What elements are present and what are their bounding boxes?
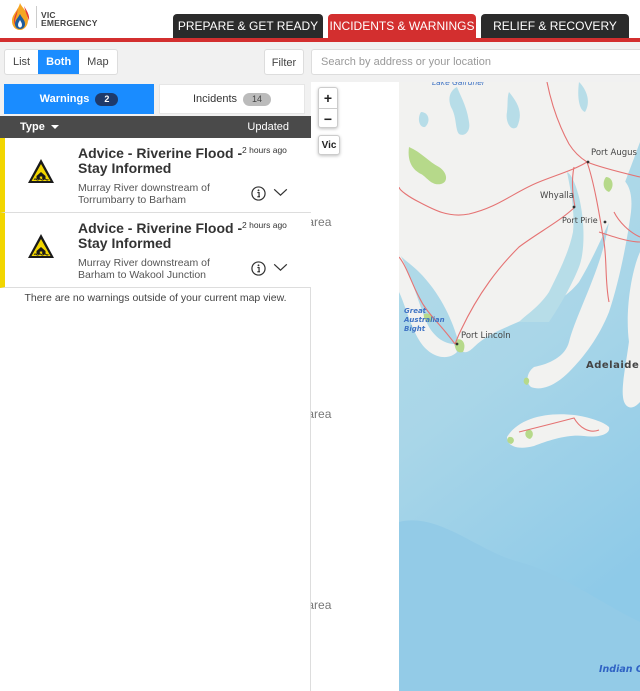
tab-incidents-label: Incidents — [192, 93, 237, 105]
map-tiles: Lake Gairdner Port Augus Whyalla Port Pi… — [399, 82, 640, 691]
tile-message-line1: No data available — [311, 374, 399, 390]
map-canvas[interactable]: Lake Gairdner Port Augus Whyalla Port Pi… — [399, 82, 640, 691]
column-type-label: Type — [20, 121, 45, 133]
sort-by-type[interactable]: Type — [20, 121, 59, 133]
chevron-down-icon[interactable] — [273, 188, 288, 197]
chevron-down-icon[interactable] — [273, 263, 288, 272]
zoom-to-vic-button[interactable]: Vic — [318, 135, 340, 155]
logo-text-line2: EMERGENCY — [41, 18, 98, 28]
logo-divider — [36, 6, 37, 28]
view-both-button[interactable]: Both — [38, 50, 80, 74]
tile-message-line2: at this zoom level — [311, 390, 399, 406]
main-nav: PREPARE & GET READY INCIDENTS & WARNINGS… — [173, 14, 629, 38]
view-list-button[interactable]: List — [5, 50, 38, 74]
flood-advice-icon — [28, 234, 54, 258]
warning-title: Advice - Riverine Flood - Stay Informed — [78, 220, 243, 251]
nav-tab-incidents-warnings[interactable]: INCIDENTS & WARNINGS — [328, 14, 476, 38]
tile-message-line3: for this area — [311, 215, 332, 229]
warning-location: Murray River downstream of Torrumbarry t… — [78, 182, 210, 206]
warnings-count-badge: 2 — [95, 92, 119, 106]
caret-down-icon — [50, 125, 59, 130]
info-icon[interactable] — [251, 261, 266, 276]
map-label-whyalla: Whyalla — [540, 191, 574, 201]
filter-button[interactable]: Filter — [264, 49, 304, 75]
tile-message-line1: No data available — [311, 565, 399, 581]
tile-unavailable-message: No data available at this zoom level for… — [311, 374, 399, 422]
warning-title: Advice - Riverine Flood - Stay Informed — [78, 145, 243, 176]
tile-message-line1: No data available — [311, 182, 399, 198]
list-header: Type Updated — [0, 116, 311, 138]
toolbar: List Both Map Filter — [0, 42, 640, 82]
info-icon[interactable] — [251, 186, 266, 201]
warnings-panel: Warnings 2 Incidents 14 Type Updated Adv… — [0, 82, 311, 691]
nav-tab-relief-recovery[interactable]: RELIEF & RECOVERY — [481, 14, 629, 38]
map-label-port-pirie: Port Pirie — [562, 216, 598, 225]
map-label-port-augusta: Port Augus — [591, 148, 638, 158]
town-dot — [572, 205, 576, 209]
tile-message-line3: for this area — [311, 407, 332, 421]
tab-warnings-label: Warnings — [39, 93, 90, 105]
warning-updated: 2 hours ago — [242, 145, 287, 155]
site-header: VIC EMERGENCY PREPARE & GET READY INCIDE… — [0, 0, 640, 42]
logo-text: VIC EMERGENCY — [41, 10, 98, 28]
tab-warnings[interactable]: Warnings 2 — [4, 84, 154, 114]
panel-tabs: Warnings 2 Incidents 14 — [0, 82, 311, 116]
zoom-out-button[interactable]: − — [319, 108, 337, 128]
map-label-indian-ocean: Indian O — [599, 664, 640, 675]
map-label-great-australian-bight: Great — [404, 307, 427, 315]
no-more-warnings-message: There are no warnings outside of your cu… — [24, 292, 287, 304]
warning-location: Murray River downstream of Barham to Wak… — [78, 257, 210, 281]
warning-updated: 2 hours ago — [242, 220, 287, 230]
column-updated-label[interactable]: Updated — [247, 121, 289, 133]
incidents-count-badge: 14 — [243, 92, 272, 106]
town-dot — [586, 160, 590, 164]
zoom-control: + − — [318, 87, 338, 128]
flame-logo-icon — [12, 3, 30, 30]
view-map-button[interactable]: Map — [79, 50, 116, 74]
search-input[interactable] — [311, 49, 640, 75]
tab-incidents[interactable]: Incidents 14 — [159, 84, 305, 114]
tile-message-line3: for this area — [311, 598, 332, 612]
vic-emergency-logo[interactable]: VIC EMERGENCY — [8, 2, 98, 32]
view-mode-toggle: List Both Map — [4, 49, 118, 75]
tile-message-line2: at this zoom level — [311, 581, 399, 597]
nav-tab-prepare[interactable]: PREPARE & GET READY — [173, 14, 323, 38]
map-label-port-lincoln: Port Lincoln — [461, 331, 511, 341]
town-dot — [455, 342, 459, 346]
tile-unavailable-message: No data available at this zoom level for… — [311, 565, 399, 613]
zoom-in-button[interactable]: + — [319, 88, 337, 108]
map-label-great-australian-bight: Bight — [404, 325, 426, 333]
flood-advice-icon — [28, 159, 54, 183]
map-label-lake-gairdner: Lake Gairdner — [432, 82, 486, 87]
tile-message-line2: at this zoom level — [311, 198, 399, 214]
warning-list-item[interactable]: Advice - Riverine Flood - Stay Informed … — [0, 138, 311, 213]
tile-unavailable-message: No data available at this zoom level for… — [311, 182, 399, 230]
town-dot — [603, 220, 607, 224]
map-label-adelaide: Adelaide — [586, 360, 639, 371]
map-label-great-australian-bight: Australian — [403, 316, 445, 324]
warning-list-item[interactable]: Advice - Riverine Flood - Stay Informed … — [0, 213, 311, 288]
